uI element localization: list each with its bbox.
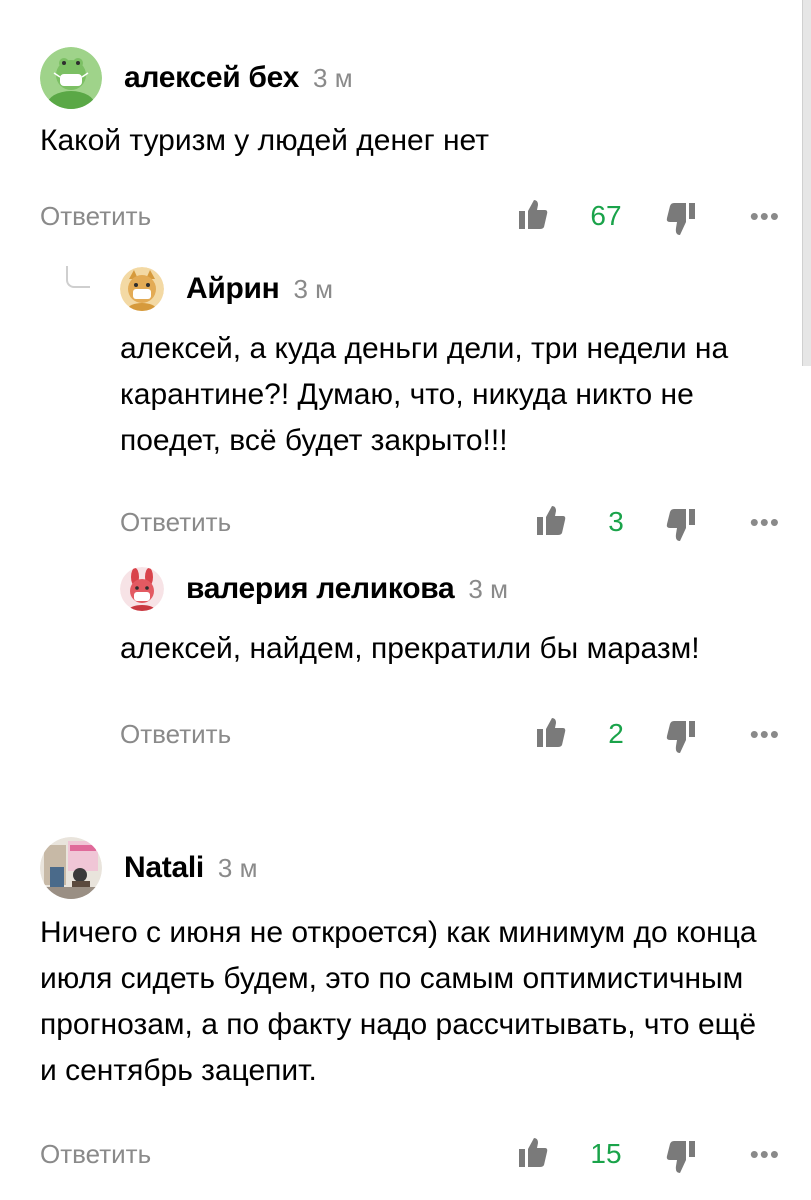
bunny-mask-avatar[interactable] <box>120 567 164 611</box>
like-count: 2 <box>608 718 624 749</box>
comment: алексей бех 3 м Какой туризм у людей ден… <box>40 46 780 236</box>
comment-actions: Ответить 2 ••• <box>120 714 780 754</box>
thumbs-down-icon[interactable] <box>666 720 696 754</box>
comment-time: 3 м <box>217 852 258 883</box>
comment-actions: Ответить 3 ••• <box>120 502 780 542</box>
thumbs-up-icon[interactable] <box>518 198 548 230</box>
cat-mask-avatar[interactable] <box>120 267 164 311</box>
reply-button[interactable]: Ответить <box>40 1134 151 1174</box>
comment-time: 3 м <box>293 273 334 304</box>
like-count: 3 <box>608 506 624 537</box>
comment-text: алексей, найдем, прекратили бы маразм! <box>120 632 700 665</box>
reply-button[interactable]: Ответить <box>120 502 231 542</box>
scrollbar[interactable] <box>802 0 811 366</box>
reply-button[interactable]: Ответить <box>120 714 231 754</box>
comment-text: Какой туризм у людей денег нет <box>40 124 489 157</box>
more-options-button[interactable]: ••• <box>750 502 780 542</box>
more-options-button[interactable]: ••• <box>750 714 780 754</box>
comment-time: 3 м <box>468 573 508 604</box>
thumbs-down-icon[interactable] <box>666 508 696 542</box>
more-options-button[interactable]: ••• <box>750 1134 780 1174</box>
comment-author[interactable]: Айрин <box>186 272 280 306</box>
comment: Natali 3 м Ничего с июня не откроется) к… <box>40 836 780 1174</box>
comment-actions: Ответить 67 ••• <box>40 196 780 236</box>
thumbs-up-icon[interactable] <box>518 1136 548 1168</box>
thread-connector <box>66 266 90 288</box>
thumbs-up-icon[interactable] <box>536 504 566 536</box>
comment-header: алексей бех 3 м <box>40 46 780 110</box>
thumbs-down-icon[interactable] <box>666 202 696 236</box>
thumbs-up-icon[interactable] <box>536 716 566 748</box>
comment-header: Natali 3 м <box>40 836 780 900</box>
comment-author[interactable]: валерия леликова <box>186 572 455 606</box>
comment-header: валерия леликова 3 м <box>120 564 780 614</box>
comment-actions: Ответить 15 ••• <box>40 1134 780 1174</box>
comment-reply: валерия леликова 3 м алексей, найдем, пр… <box>120 564 780 754</box>
comment-reply: Айрин 3 м алексей, а куда деньги дели, т… <box>120 264 780 542</box>
like-count: 67 <box>590 200 622 231</box>
comment-author[interactable]: алексей бех <box>124 61 299 95</box>
more-options-button[interactable]: ••• <box>750 196 780 236</box>
comment-header: Айрин 3 м <box>120 264 780 314</box>
like-count: 15 <box>590 1138 622 1169</box>
photo-avatar[interactable] <box>40 837 102 899</box>
comment-text: Ничего с июня не откроется) как минимум … <box>40 916 757 1087</box>
comment-author[interactable]: Natali <box>124 851 204 885</box>
frog-mask-avatar[interactable] <box>40 47 102 109</box>
comment-text: алексей, а куда деньги дели, три недели … <box>120 332 729 457</box>
thumbs-down-icon[interactable] <box>666 1140 696 1174</box>
comment-time: 3 м <box>313 62 353 93</box>
reply-button[interactable]: Ответить <box>40 196 151 236</box>
